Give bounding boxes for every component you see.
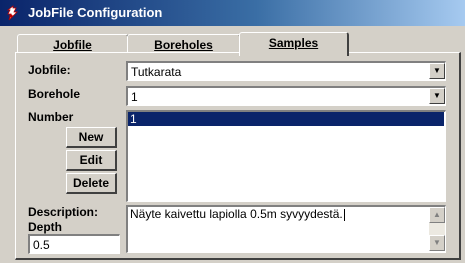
- chevron-down-icon[interactable]: ▼: [429, 88, 445, 104]
- scroll-up-icon[interactable]: ▲: [429, 207, 445, 223]
- description-label: Description:: [28, 205, 99, 219]
- new-button[interactable]: New: [66, 127, 117, 148]
- jobfile-value: Tutkarata: [131, 65, 182, 79]
- borehole-label: Borehole: [28, 87, 81, 101]
- jobfile-combobox[interactable]: Tutkarata ▼: [126, 61, 446, 81]
- depth-input[interactable]: 0.5: [28, 234, 120, 254]
- scroll-down-icon[interactable]: ▼: [429, 235, 445, 251]
- chevron-down-icon[interactable]: ▼: [429, 63, 445, 79]
- depth-value: 0.5: [33, 238, 50, 252]
- delete-button[interactable]: Delete: [66, 173, 117, 194]
- jobfile-label: Jobfile:: [28, 63, 71, 77]
- text-caret: [343, 208, 345, 221]
- number-label: Number: [28, 110, 74, 124]
- list-item[interactable]: 1: [128, 112, 444, 126]
- description-textarea[interactable]: Näyte kaivettu lapiolla 0.5m syvyydestä.…: [126, 205, 446, 253]
- borehole-combobox[interactable]: 1 ▼: [126, 86, 446, 106]
- number-list[interactable]: 1: [126, 110, 446, 202]
- borehole-value: 1: [131, 90, 138, 104]
- description-scrollbar[interactable]: ▲ ▼: [429, 207, 445, 251]
- depth-label: Depth: [28, 220, 62, 234]
- description-text: Näyte kaivettu lapiolla 0.5m syvyydestä.: [130, 207, 345, 221]
- edit-button[interactable]: Edit: [66, 150, 117, 171]
